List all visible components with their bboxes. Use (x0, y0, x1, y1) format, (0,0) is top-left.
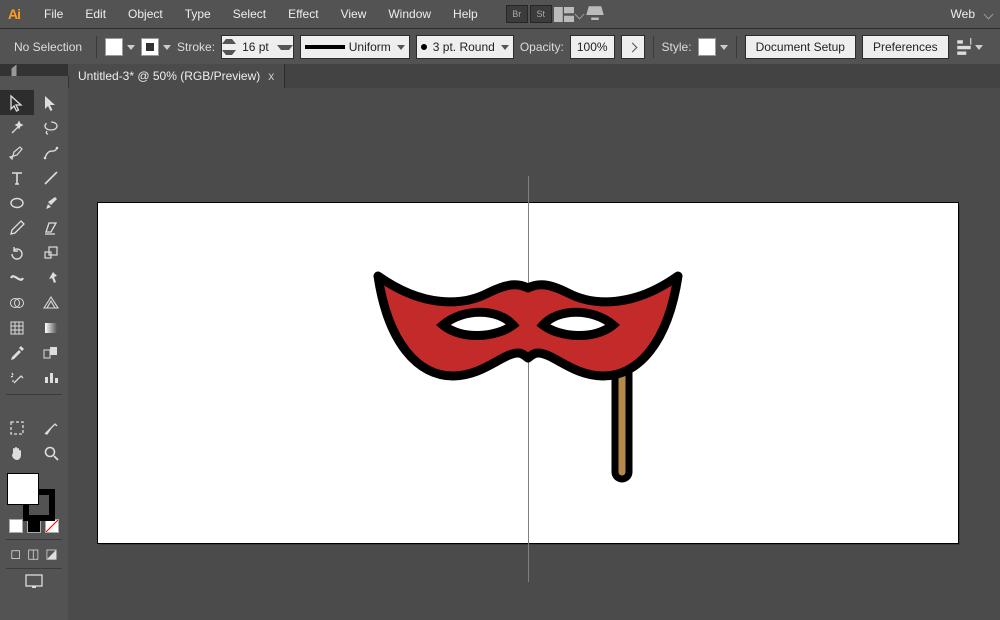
pen-tool[interactable] (0, 140, 34, 165)
mesh-tool[interactable] (0, 315, 34, 340)
stroke-profile-value: Uniform (349, 40, 391, 54)
scale-tool[interactable] (34, 240, 68, 265)
draw-mode-inside-icon[interactable]: ◪ (45, 546, 57, 562)
magic-wand-tool[interactable] (0, 115, 34, 140)
close-tab-icon[interactable]: x (268, 69, 274, 83)
lasso-tool[interactable] (34, 115, 68, 140)
symbol-sprayer-tool[interactable] (0, 365, 34, 390)
color-mode-none-icon[interactable] (45, 519, 59, 533)
pencil-tool[interactable] (0, 215, 34, 240)
menu-effect[interactable]: Effect (278, 1, 328, 27)
workspace-dropdown-icon[interactable] (984, 9, 994, 19)
column-graph-tool[interactable] (34, 365, 68, 390)
mask-eye-left (443, 312, 513, 335)
mask-body (378, 276, 678, 376)
stroke-weight-value[interactable]: 16 pt (236, 36, 275, 58)
workspace-switcher[interactable]: Web (945, 3, 981, 25)
menu-object[interactable]: Object (118, 1, 173, 27)
menu-help[interactable]: Help (443, 1, 488, 27)
app-logo: Ai (0, 0, 28, 28)
line-segment-tool[interactable] (34, 165, 68, 190)
opacity-label: Opacity: (520, 40, 564, 54)
color-mode-gradient-icon[interactable] (27, 519, 41, 533)
menu-edit[interactable]: Edit (75, 1, 116, 27)
arrange-documents-dropdown-icon[interactable] (574, 9, 584, 19)
stroke-profile-dropdown[interactable]: Uniform (300, 35, 410, 59)
selection-tool[interactable] (0, 90, 34, 115)
canvas-stage[interactable] (68, 88, 1000, 620)
shape-builder-tool[interactable] (0, 290, 34, 315)
color-mode-row (0, 519, 68, 533)
main-menu: File Edit Object Type Select Effect View… (28, 0, 605, 28)
stroke-profile-icon (305, 45, 345, 49)
draw-mode-normal-icon[interactable]: ◻ (10, 546, 21, 562)
opacity-value[interactable]: 100% (577, 40, 608, 54)
brush-preview-icon (421, 44, 427, 50)
document-setup-button[interactable]: Document Setup (745, 35, 856, 59)
graphic-style-dropdown[interactable] (698, 38, 728, 56)
document-tab[interactable]: Untitled-3* @ 50% (RGB/Preview) x (68, 64, 285, 88)
fill-stroke-indicator[interactable] (5, 471, 63, 517)
free-transform-tool[interactable] (34, 265, 68, 290)
hand-tool[interactable] (0, 440, 34, 465)
menu-type[interactable]: Type (175, 1, 221, 27)
curvature-tool[interactable] (34, 140, 68, 165)
opacity-field[interactable]: 100% (570, 35, 615, 59)
artwork-mask[interactable] (368, 258, 688, 498)
menu-bar: Ai File Edit Object Type Select Effect V… (0, 0, 1000, 28)
preferences-button[interactable]: Preferences (862, 35, 949, 59)
opacity-popup-button[interactable] (621, 35, 645, 59)
menu-window[interactable]: Window (378, 1, 441, 27)
slice-tool[interactable] (34, 415, 68, 440)
direct-selection-tool[interactable] (34, 90, 68, 115)
mask-eye-right (543, 312, 613, 335)
screen-mode-button[interactable] (0, 573, 68, 589)
zoom-tool[interactable] (34, 440, 68, 465)
rectangle-tool[interactable] (0, 190, 34, 215)
brush-definition-value: 3 pt. Round (433, 40, 495, 54)
gradient-tool[interactable] (34, 315, 68, 340)
rotate-tool[interactable] (0, 240, 34, 265)
style-label: Style: (662, 40, 692, 54)
eyedropper-tool[interactable] (0, 340, 34, 365)
stroke-weight-field[interactable]: 16 pt (221, 35, 294, 59)
type-tool[interactable] (0, 165, 34, 190)
menu-select[interactable]: Select (223, 1, 276, 27)
eraser-tool[interactable] (34, 215, 68, 240)
menu-view[interactable]: View (331, 1, 377, 27)
document-tab-bar: Untitled-3* @ 50% (RGB/Preview) x (68, 64, 1000, 88)
paintbrush-tool[interactable] (34, 190, 68, 215)
fill-swatch[interactable] (105, 38, 135, 56)
menu-file[interactable]: File (34, 1, 73, 27)
stroke-label: Stroke: (177, 40, 215, 54)
artboard[interactable] (98, 203, 958, 543)
brush-definition-dropdown[interactable]: 3 pt. Round (416, 35, 514, 59)
blend-tool[interactable] (34, 340, 68, 365)
width-tool[interactable] (0, 265, 34, 290)
selection-indicator: No Selection (8, 40, 88, 54)
tools-panel: ◻ ◫ ◪ (0, 76, 69, 620)
arrange-documents-icon[interactable] (554, 6, 574, 22)
control-bar: No Selection Stroke: 16 pt Uniform 3 pt.… (0, 28, 1000, 66)
perspective-grid-tool[interactable] (34, 290, 68, 315)
gpu-preview-icon[interactable] (585, 6, 605, 22)
document-tab-title: Untitled-3* @ 50% (RGB/Preview) (78, 69, 260, 83)
stock-launcher-icon[interactable]: St (530, 5, 552, 23)
draw-mode-behind-icon[interactable]: ◫ (27, 546, 39, 562)
bridge-launcher-icon[interactable]: Br (506, 5, 528, 23)
align-panel-shortcut-icon[interactable] (955, 36, 983, 58)
color-mode-solid-icon[interactable] (9, 519, 23, 533)
fill-color-icon[interactable] (7, 473, 39, 505)
stroke-swatch[interactable] (141, 38, 171, 56)
artboard-tool[interactable] (0, 415, 34, 440)
